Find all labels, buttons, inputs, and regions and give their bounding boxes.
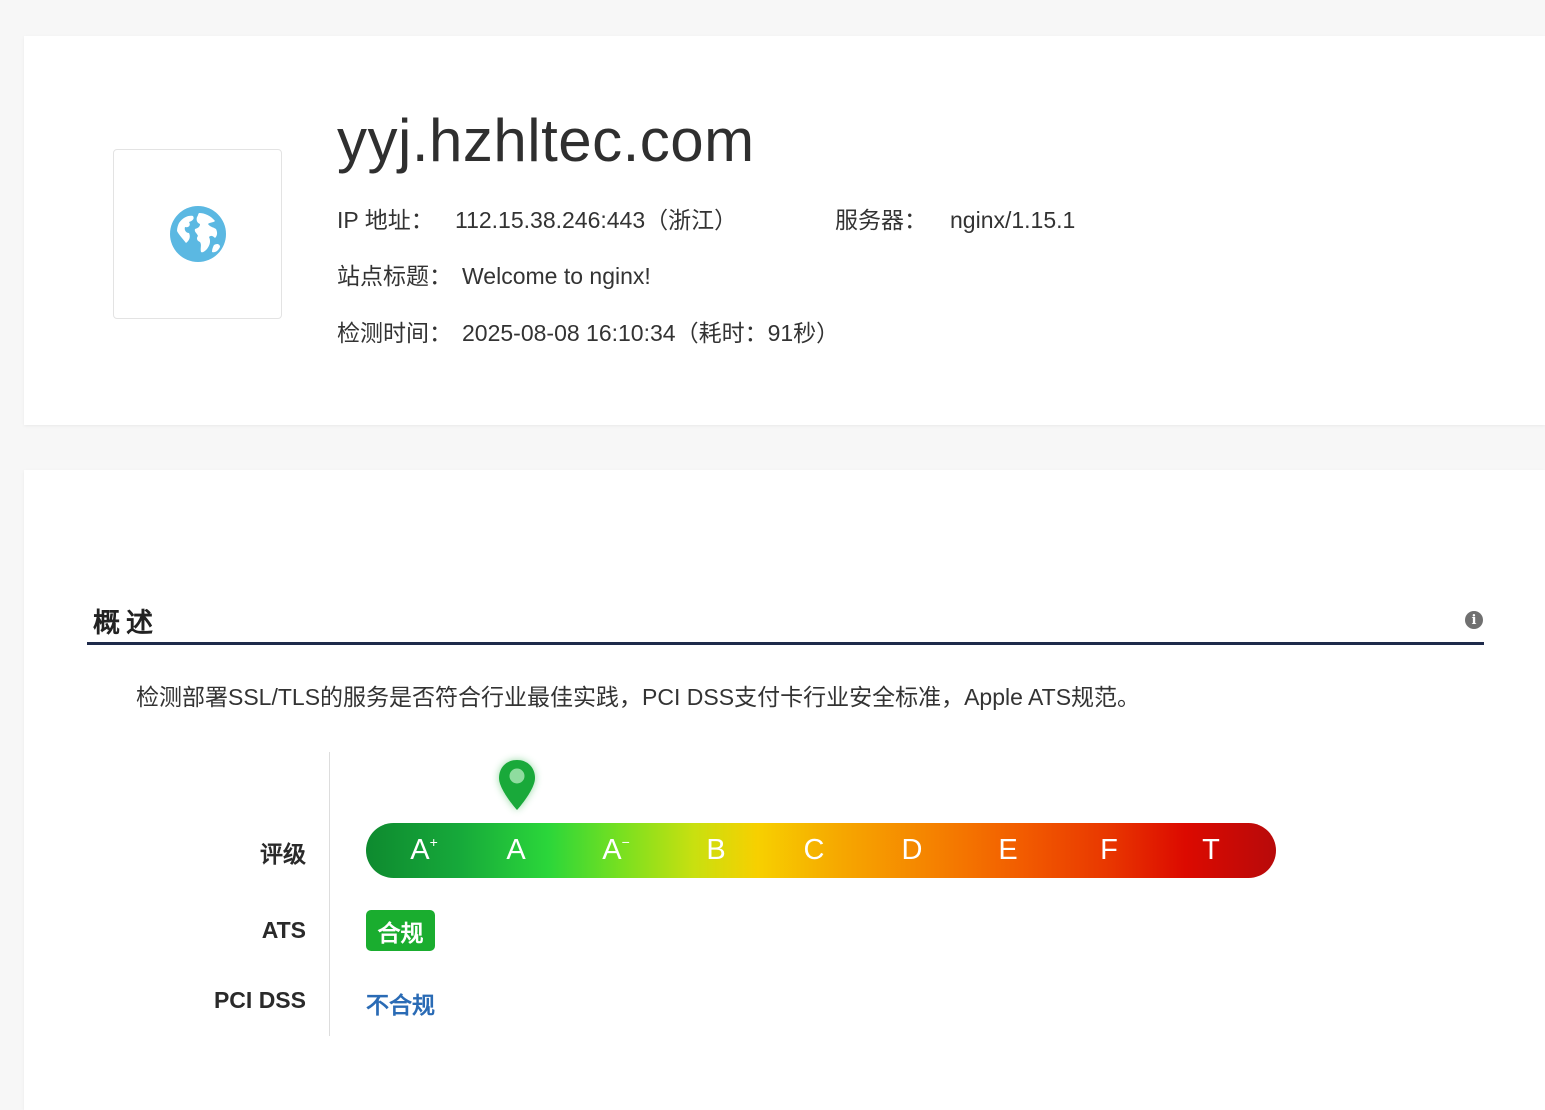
check-time-value: 2025-08-08 16:10:34（耗时：91秒） bbox=[462, 320, 840, 346]
site-title-label: 站点标题： bbox=[337, 263, 452, 289]
grade-letter-text: A bbox=[506, 834, 526, 866]
grade-modifier: + bbox=[429, 834, 438, 850]
site-info-card: yyj.hzhltec.com IP 地址： 112.15.38.246:443（… bbox=[24, 36, 1545, 425]
info-icon[interactable]: i bbox=[1465, 611, 1483, 629]
grade-letter: A− bbox=[596, 823, 636, 878]
section-divider bbox=[87, 642, 1484, 645]
grade-letter: A+ bbox=[404, 823, 444, 878]
ats-status-badge: 合规 bbox=[366, 910, 435, 951]
server-label: 服务器： bbox=[835, 207, 927, 233]
summary-card: 概述 i 检测部署SSL/TLS的服务是否符合行业最佳实践，PCI DSS支付卡… bbox=[24, 470, 1545, 1110]
grade-modifier: − bbox=[621, 834, 630, 850]
ip-label: IP 地址： bbox=[337, 207, 434, 233]
map-pin-icon bbox=[499, 760, 535, 810]
grade-letter-text: A bbox=[410, 834, 430, 866]
globe-icon bbox=[169, 206, 226, 262]
site-title-value: Welcome to nginx! bbox=[462, 263, 651, 289]
grade-letter: E bbox=[988, 823, 1028, 878]
grade-letter: T bbox=[1191, 823, 1231, 878]
grade-letter-text: F bbox=[1100, 834, 1118, 866]
grade-letter-text: B bbox=[706, 834, 726, 866]
vertical-divider bbox=[329, 752, 330, 1036]
section-title: 概述 bbox=[93, 608, 159, 638]
grade-letter: B bbox=[696, 823, 736, 878]
ip-row: IP 地址： 112.15.38.246:443（浙江） bbox=[337, 201, 737, 235]
ip-value: 112.15.38.246:443（浙江） bbox=[455, 207, 738, 233]
site-domain: yyj.hzhltec.com bbox=[337, 107, 755, 174]
grade-letter-text: T bbox=[1202, 834, 1220, 866]
grade-label: 评级 bbox=[260, 841, 306, 867]
pci-dss-label: PCI DSS bbox=[213, 987, 306, 1013]
site-title-row: 站点标题： Welcome to nginx! bbox=[337, 257, 651, 291]
check-time-label: 检测时间： bbox=[337, 320, 452, 346]
grade-letter-text: D bbox=[901, 834, 923, 866]
grade-letter-text: E bbox=[998, 834, 1018, 866]
ats-label: ATS bbox=[261, 917, 306, 943]
server-value: nginx/1.15.1 bbox=[950, 207, 1076, 233]
summary-description: 检测部署SSL/TLS的服务是否符合行业最佳实践，PCI DSS支付卡行业安全标… bbox=[136, 684, 1141, 710]
grade-letter: D bbox=[892, 823, 932, 878]
site-logo bbox=[113, 149, 282, 319]
grade-letter-text: C bbox=[803, 834, 825, 866]
grade-letter: F bbox=[1089, 823, 1129, 878]
grade-letter: A bbox=[496, 823, 536, 878]
server-row: 服务器： nginx/1.15.1 bbox=[835, 201, 1075, 235]
grade-letter-text: A bbox=[602, 834, 622, 866]
grade-scale-bar: A+ A A− B C D E F T bbox=[366, 823, 1276, 878]
pci-dss-status: 不合规 bbox=[366, 992, 435, 1018]
check-time-row: 检测时间： 2025-08-08 16:10:34（耗时：91秒） bbox=[337, 314, 839, 348]
grade-letter: C bbox=[794, 823, 834, 878]
